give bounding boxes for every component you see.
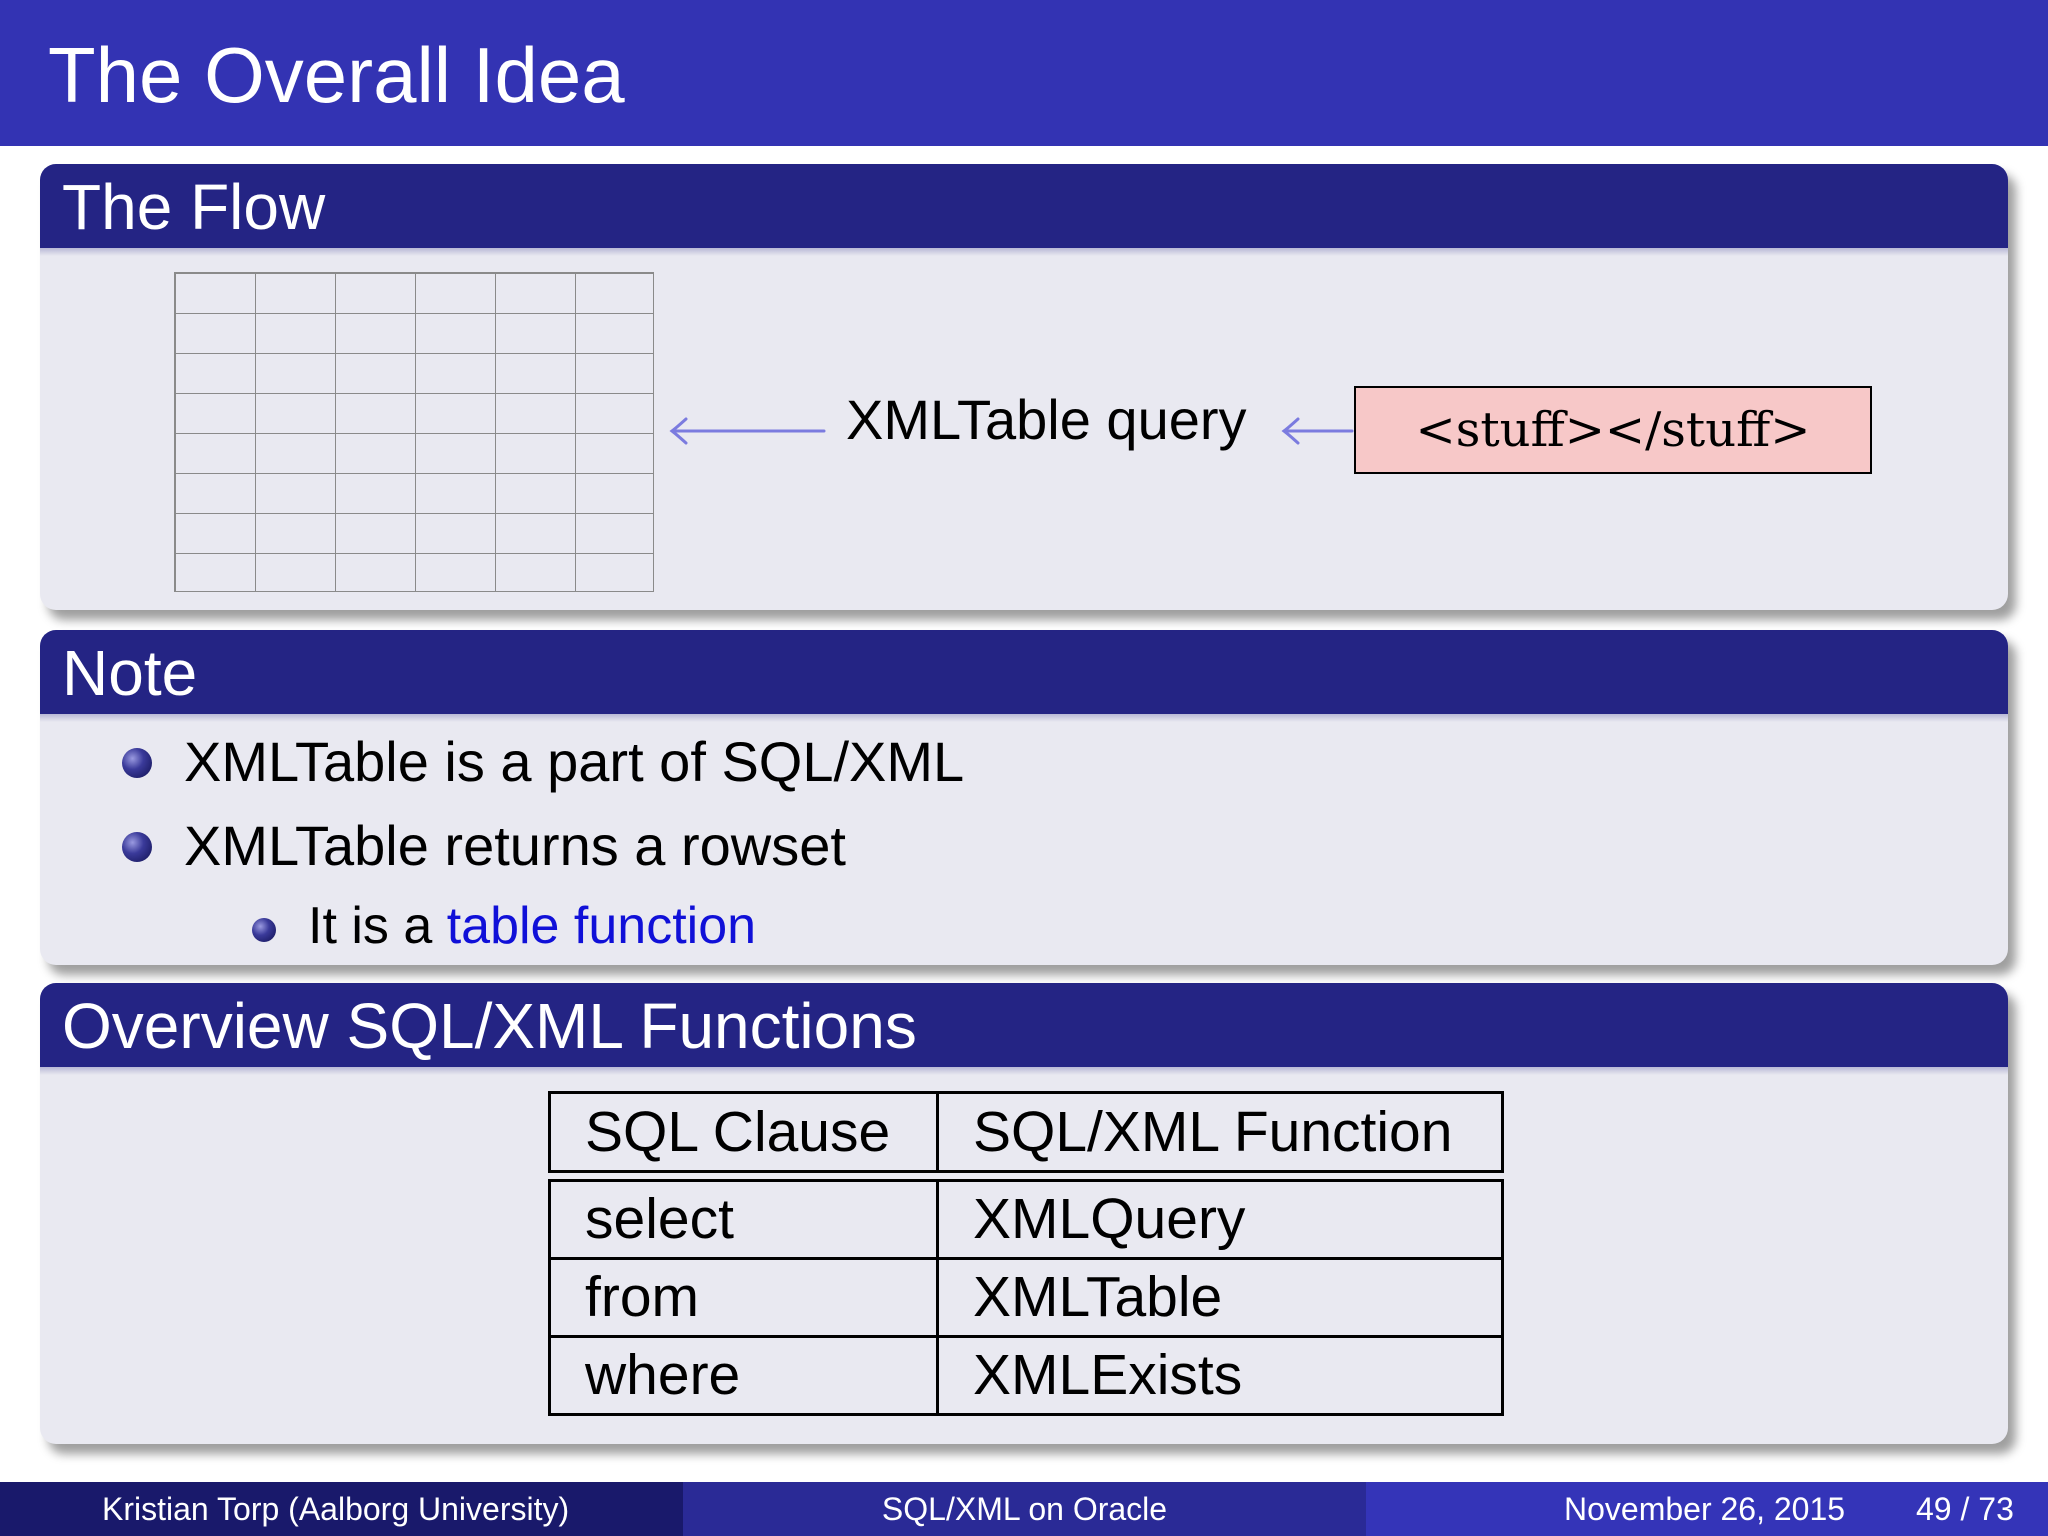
footer-author: Kristian Torp (Aalborg University) [102,1491,570,1527]
note-sub-item-text: It is a [308,897,447,955]
footer-date-segment: November 26, 2015 49 / 73 [1366,1482,2048,1536]
table-cell: from [548,1257,939,1338]
footer: Kristian Torp (Aalborg University) SQL/X… [0,1482,2048,1536]
note-block-heading: Note [62,637,198,709]
table-function-link[interactable]: table function [447,897,756,955]
xmltable-query-label: XMLTable query [846,388,1247,451]
bullet-icon [122,832,152,862]
sqlxml-functions-table: SQL Clause SQL/XML Function select XMLQu… [548,1091,1504,1416]
footer-page-number: 49 / 73 [1916,1491,2014,1527]
table-cell: XMLExists [936,1335,1504,1416]
note-block: Note XMLTable is a part of SQL/XML XMLTa… [40,630,2008,965]
table-row: where XMLExists [548,1335,1504,1416]
flow-block: The Flow XMLTable query <stuff></stuff> [40,164,2008,610]
xml-document-box: <stuff></stuff> [1354,386,1872,474]
table-cell: select [548,1179,939,1260]
note-sub-item: It is a table function [308,900,756,952]
table-header-row: SQL Clause SQL/XML Function [548,1091,1504,1173]
note-item-2: XMLTable returns a rowset [184,814,846,877]
bullet-icon [122,748,152,778]
footer-title-segment: SQL/XML on Oracle [683,1482,1366,1536]
overview-block-heading: Overview SQL/XML Functions [62,990,917,1062]
overview-block-header: Overview SQL/XML Functions [40,983,2008,1075]
column-header: SQL Clause [548,1091,939,1173]
footer-presentation-title: SQL/XML on Oracle [881,1491,1168,1527]
note-item-1: XMLTable is a part of SQL/XML [184,730,965,793]
overview-block: Overview SQL/XML Functions SQL Clause SQ… [40,983,2008,1444]
footer-author-segment: Kristian Torp (Aalborg University) [0,1482,683,1536]
column-header: SQL/XML Function [936,1091,1504,1173]
footer-date: November 26, 2015 [1564,1491,1846,1527]
slide-title: The Overall Idea [48,31,625,119]
table-row: select XMLQuery [548,1179,1504,1260]
note-block-header: Note [40,630,2008,722]
title-bar: The Overall Idea [0,0,2048,146]
table-cell: XMLQuery [936,1179,1504,1260]
sub-bullet-icon [252,918,276,942]
table-cell: XMLTable [936,1257,1504,1338]
table-cell: where [548,1335,939,1416]
table-separator [549,1170,1503,1182]
table-row: from XMLTable [548,1257,1504,1338]
